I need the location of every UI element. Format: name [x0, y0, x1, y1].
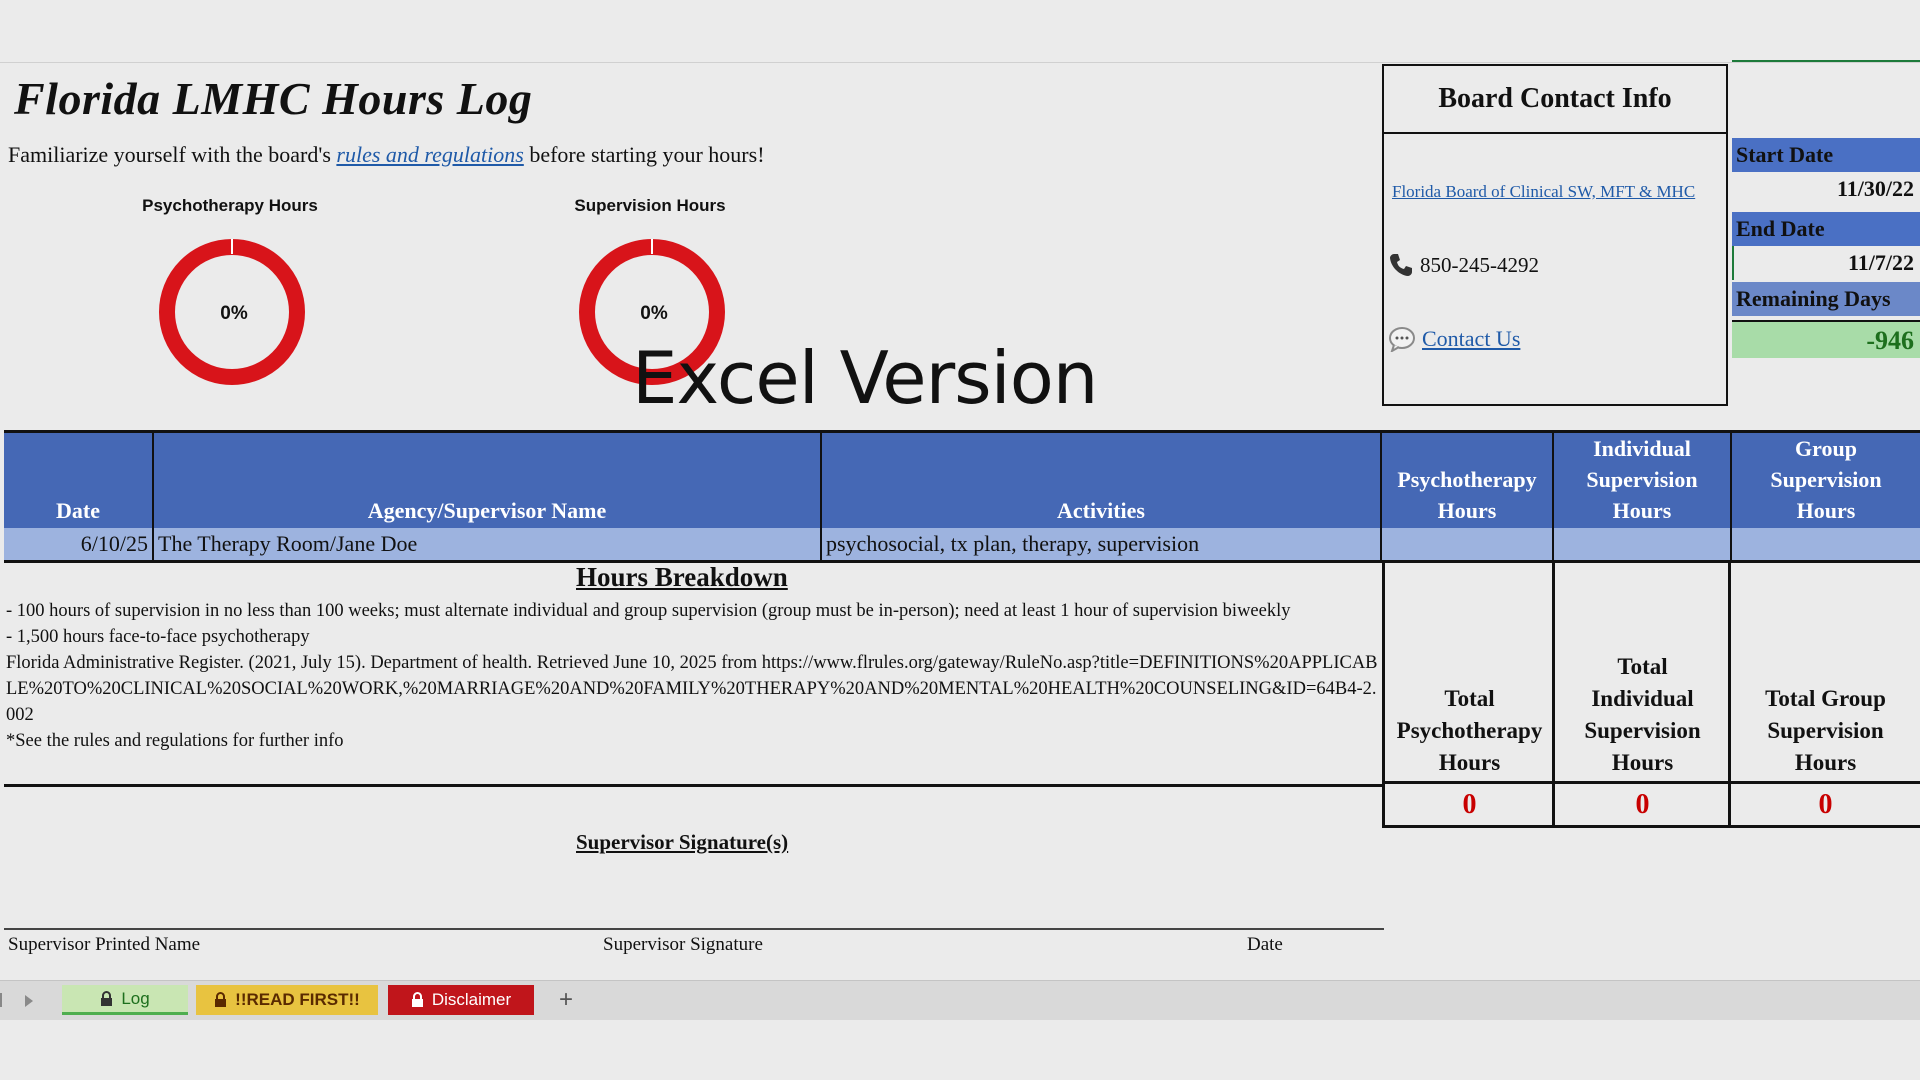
row-group[interactable] — [1732, 528, 1920, 560]
remaining-days-label: Remaining Days — [1732, 282, 1920, 316]
board-contact-box: Board Contact Info Florida Board of Clin… — [1382, 64, 1728, 406]
col-header-activities[interactable]: Activities — [822, 433, 1382, 528]
sheet-tab-bar: Log !!READ FIRST!! Disclaimer + — [0, 980, 1920, 1021]
tab-disclaimer-label[interactable]: Disclaimer — [432, 990, 511, 1010]
breakdown-bottom-border — [4, 784, 1384, 787]
col-header-psychotherapy[interactable]: Psychotherapy Hours — [1382, 433, 1554, 528]
supervisor-signature-label: Supervisor Signature — [603, 934, 763, 955]
lock-icon — [101, 990, 113, 1006]
selected-cell-top[interactable] — [1732, 60, 1920, 132]
signature-line — [4, 928, 1384, 930]
row-activities[interactable]: psychosocial, tx plan, therapy, supervis… — [822, 528, 1382, 560]
page-title: Florida LMHC Hours Log — [14, 73, 533, 124]
lock-icon — [411, 992, 423, 1007]
contact-us-label[interactable]: Contact Us — [1422, 326, 1520, 352]
intro-text: Familiarize yourself with the board's ru… — [8, 142, 765, 168]
row-individual[interactable] — [1554, 528, 1732, 560]
total-individual: Total Individual Supervision Hours 0 — [1552, 560, 1730, 828]
tab-disclaimer[interactable]: Disclaimer — [388, 985, 534, 1015]
add-sheet-button[interactable]: + — [548, 985, 584, 1015]
psychotherapy-gauge-label: 0% — [220, 303, 248, 324]
supervisor-printed-name-label: Supervisor Printed Name — [8, 934, 201, 955]
supervisor-signature-title: Supervisor Signature(s) — [576, 830, 789, 854]
tab-log[interactable]: Log — [62, 985, 188, 1015]
row-date[interactable]: 6/10/25 — [4, 528, 154, 560]
end-date-value[interactable]: 11/7/22 — [1732, 246, 1920, 280]
signature-date-label: Date — [1247, 934, 1283, 955]
remaining-days-value[interactable]: -946 — [1732, 320, 1920, 358]
board-phone-number: 850-245-4292 — [1420, 252, 1539, 277]
hours-breakdown-title: Hours Breakdown — [576, 562, 788, 592]
total-individual-value[interactable]: 0 — [1555, 784, 1730, 828]
total-group: Total Group Supervision Hours 0 — [1728, 560, 1920, 828]
lock-icon — [215, 992, 227, 1007]
phone-icon — [1390, 254, 1412, 276]
board-website-link[interactable]: Florida Board of Clinical SW, MFT & MHC — [1392, 182, 1695, 202]
board-contact-heading: Board Contact Info — [1384, 66, 1726, 134]
total-psychotherapy: Total Psychotherapy Hours 0 — [1382, 560, 1554, 828]
breakdown-line: Florida Administrative Register. (2021, … — [6, 653, 1378, 725]
total-group-label: Total Group Supervision Hours — [1731, 560, 1920, 784]
tab-scroll-right-icon[interactable] — [22, 993, 36, 1009]
window-bottom-area — [0, 1020, 1920, 1080]
total-psychotherapy-label: Total Psychotherapy Hours — [1385, 560, 1554, 784]
breakdown-line: - 1,500 hours face-to-face psychotherapy — [6, 627, 310, 647]
chat-bubble-icon — [1389, 327, 1415, 352]
intro-before: Familiarize yourself with the board's — [8, 142, 337, 167]
start-date-label: Start Date — [1732, 138, 1920, 172]
tab-read-first[interactable]: !!READ FIRST!! — [196, 985, 378, 1015]
rules-link[interactable]: rules and regulations — [336, 142, 523, 167]
hours-breakdown-text: - 100 hours of supervision in no less th… — [6, 598, 1378, 754]
board-phone: 850-245-4292 — [1388, 252, 1539, 278]
supervision-gauge-label: 0% — [640, 303, 668, 324]
contact-us-link[interactable]: Contact Us — [1388, 326, 1520, 352]
intro-after: before starting your hours! — [523, 142, 765, 167]
col-header-group-supervision[interactable]: Group Supervision Hours — [1732, 433, 1920, 528]
total-group-value[interactable]: 0 — [1731, 784, 1920, 828]
row-psychotherapy[interactable] — [1382, 528, 1554, 560]
tab-read-first-label[interactable]: !!READ FIRST!! — [235, 990, 360, 1010]
psychotherapy-gauge: 0% — [159, 239, 305, 385]
total-psychotherapy-value[interactable]: 0 — [1385, 784, 1554, 828]
sheet-top-border — [0, 62, 1920, 63]
row-agency[interactable]: The Therapy Room/Jane Doe — [154, 528, 822, 560]
col-header-date[interactable]: Date — [4, 433, 154, 528]
log-table-header: Date Agency/Supervisor Name Activities P… — [4, 430, 1920, 528]
end-date-label: End Date — [1732, 212, 1920, 246]
breakdown-line: - 100 hours of supervision in no less th… — [6, 601, 1291, 621]
table-row[interactable]: 6/10/25 The Therapy Room/Jane Doe psycho… — [4, 528, 1920, 563]
col-header-agency[interactable]: Agency/Supervisor Name — [154, 433, 822, 528]
tab-scroll-left-icon[interactable] — [0, 993, 2, 1007]
tab-log-label[interactable]: Log — [121, 989, 149, 1009]
totals-section: Total Psychotherapy Hours 0 Total Indivi… — [1382, 560, 1920, 828]
supervision-gauge-title: Supervision Hours — [574, 196, 726, 215]
start-date-value[interactable]: 11/30/22 — [1732, 172, 1920, 206]
total-individual-label: Total Individual Supervision Hours — [1555, 560, 1730, 784]
excel-version-watermark: Excel Version — [632, 336, 1098, 420]
breakdown-line: *See the rules and regulations for furth… — [6, 731, 344, 751]
psychotherapy-gauge-title: Psychotherapy Hours — [142, 196, 318, 215]
col-header-individual-supervision[interactable]: Individual Supervision Hours — [1554, 433, 1732, 528]
